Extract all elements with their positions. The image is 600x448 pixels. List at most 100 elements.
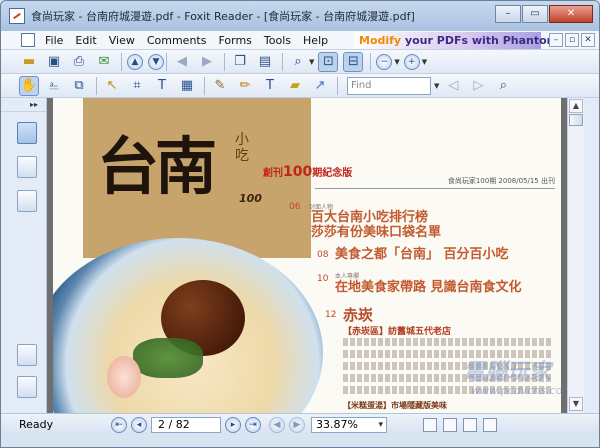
next-page-icon[interactable]: ▸ [225,416,241,433]
print-icon[interactable]: ⎙ [69,52,89,72]
close-button[interactable]: ✕ [549,5,593,23]
document-menu-icon[interactable] [21,33,35,47]
maximize-button[interactable]: ▭ [522,5,548,23]
continuous-view-icon[interactable] [443,417,457,432]
promo-text: your PDFs with Phantom [401,34,559,47]
vertical-scrollbar[interactable]: ▲ ▼ [567,98,584,413]
find-input[interactable]: Find [347,76,431,95]
image-icon[interactable]: ▦ [177,76,197,96]
facing-page-icon[interactable]: ▤ [255,52,275,72]
pdf-page: 台南 小吃 100 創刊100期紀念版 食尚玩家100期 2008/05/15 … [53,98,561,413]
text-box-icon[interactable]: T [260,76,280,96]
minimize-button[interactable]: – [495,5,521,23]
toolbar-separator [337,76,338,95]
arrow-tool-icon[interactable]: ↗ [310,76,330,96]
menu-forms[interactable]: Forms [212,31,257,50]
window-controls: – ▭ ✕ [495,5,593,23]
section-title: 赤崁 [343,306,374,324]
continuous-facing-view-icon[interactable] [483,417,497,432]
watermark-logo: 電腦玩家 [463,360,552,385]
bookmarks-panel-icon[interactable] [17,122,37,144]
pointer-icon[interactable]: ↖ [102,76,122,96]
save-icon[interactable]: ▣ [44,52,64,72]
previous-page-icon[interactable]: ◂ [131,416,147,433]
status-bar: Ready ⇤ ◂ 2 / 82 ▸ ⇥ ◀ ▶ 33.87% [1,413,599,435]
previous-view-icon[interactable]: ◀ [269,416,285,433]
highlight-icon[interactable]: ✎ [210,76,230,96]
first-page-icon[interactable]: ⇤ [111,416,127,433]
zoom-out-dropdown[interactable]: ▼ [394,58,399,66]
zoom-in-icon[interactable]: + [403,53,420,70]
hand-tool-icon[interactable]: ✋ [19,75,39,96]
magazine-subtitle-number: 100 [239,192,262,205]
pages-panel-icon[interactable] [17,156,37,178]
issue-date-line: 食尚玩家100期 2008/05/15 出刊 [315,176,555,189]
page-number-field[interactable]: 2 / 82 [151,416,221,433]
status-text: Ready [19,418,54,431]
menu-view[interactable]: View [103,31,141,50]
fit-width-icon[interactable]: ⊟ [343,51,364,72]
last-page-icon[interactable]: ⇥ [245,416,261,433]
section-subheading: 【赤崁區】訪舊城五代老店 [343,327,452,337]
find-next-icon[interactable]: ▷ [468,76,488,96]
page-down-icon[interactable]: ▼ [148,53,164,70]
toolbar-separator [204,76,205,95]
zoom-out-icon[interactable]: − [376,53,393,70]
next-view-icon[interactable]: ▶ [289,416,305,433]
forward-arrow-icon[interactable]: ▶ [197,52,217,72]
scroll-down-arrow[interactable]: ▼ [569,397,583,411]
email-icon[interactable]: ✉ [94,52,114,72]
doc-minimize-button[interactable]: – [549,33,563,47]
snapshot-icon[interactable]: ⧉ [69,76,89,96]
menu-help[interactable]: Help [297,31,334,50]
pencil-icon[interactable]: ✏ [235,76,255,96]
foxit-app-icon[interactable] [9,8,25,24]
toc-entry: 莎莎有份美味口袋名單 [311,225,442,240]
menu-file[interactable]: File [39,31,69,50]
menu-edit[interactable]: Edit [69,31,102,50]
scroll-up-arrow[interactable]: ▲ [569,99,583,113]
back-arrow-icon[interactable]: ◀ [172,52,192,72]
comments-panel-icon[interactable] [17,344,37,366]
section-subheading-2: 【米糕蛋湯】市場隱藏版美味 [343,401,447,410]
phantom-promo-banner[interactable]: Modify your PDFs with Phantom [355,32,558,49]
search-icon[interactable]: ⌕ [493,76,513,96]
find-previous-icon[interactable]: ◁ [443,76,463,96]
zoom-tool-dropdown[interactable]: ▼ [309,58,314,66]
attachments-panel-icon[interactable] [17,376,37,398]
facing-view-icon[interactable] [463,417,477,432]
menu-comments[interactable]: Comments [141,31,213,50]
layers-panel-icon[interactable] [17,190,37,212]
typewriter-icon[interactable]: T [152,76,172,96]
magazine-title: 台南 [97,130,217,203]
promo-highlight: Modify [359,34,402,47]
open-folder-icon[interactable]: ▬ [19,52,39,72]
right-panel [584,98,599,413]
zoom-in-dropdown[interactable]: ▼ [422,58,427,66]
single-page-view-icon[interactable] [423,417,437,432]
menu-tools[interactable]: Tools [258,31,297,50]
toc-entry: 美食之都「台南」 百分百小吃 [335,247,509,262]
navigation-panel: ▸▸ [1,98,47,413]
toolbar-separator [282,52,283,71]
find-options-dropdown[interactable]: ▼ [434,82,439,90]
scroll-thumb[interactable] [569,114,583,126]
panel-expand-icon[interactable]: ▸▸ [1,98,46,112]
select-text-icon[interactable]: ⎁ [44,76,64,96]
zoom-level-field[interactable]: 33.87% [311,416,387,433]
note-icon[interactable]: ▰ [285,76,305,96]
doc-restore-button[interactable]: ▫ [565,33,579,47]
continuous-page-icon[interactable]: ❐ [230,52,250,72]
page-up-icon[interactable]: ▲ [127,53,143,70]
zoom-in-magnifier-icon[interactable]: ⌕ [288,52,308,72]
tools-toolbar: ✋ ⎁ ⧉ ↖ ⌗ T ▦ ✎ ✏ T ▰ ↗ Find ▼ ◁ ▷ ⌕ [1,74,599,98]
document-view[interactable]: 台南 小吃 100 創刊100期紀念版 食尚玩家100期 2008/05/15 … [47,98,567,413]
toc-entry: 百大台南小吃排行榜 [311,210,429,225]
binoculars-icon[interactable]: ⌗ [127,76,147,96]
title-bar[interactable]: 食尚玩家 - 台南府城漫遊.pdf - Foxit Reader - [食尚玩家… [1,1,599,31]
doc-close-button[interactable]: ✕ [581,33,595,47]
shrimp-image [107,356,141,398]
toolbar-separator [96,76,97,95]
foxit-reader-window: 食尚玩家 - 台南府城漫遊.pdf - Foxit Reader - [食尚玩家… [0,0,600,448]
fit-page-icon[interactable]: ⊡ [318,51,339,72]
